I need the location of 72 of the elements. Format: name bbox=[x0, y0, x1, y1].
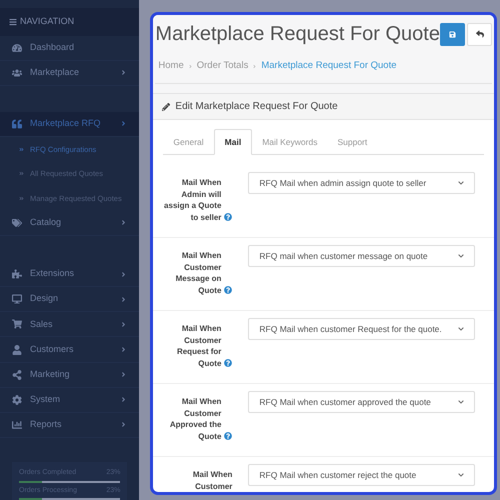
quote-icon bbox=[12, 118, 22, 129]
double-chevron-icon bbox=[19, 171, 24, 176]
breadcrumb-link[interactable]: Home bbox=[158, 59, 184, 74]
double-chevron-icon bbox=[19, 196, 24, 202]
chevron-icon bbox=[120, 421, 128, 428]
user-icon bbox=[12, 344, 22, 355]
field-label: Mail When Customer Request for Quote bbox=[176, 323, 222, 369]
caret-icon bbox=[458, 180, 464, 186]
panel-title: Edit Marketplace Request For Quote bbox=[175, 100, 338, 114]
field-label: Mail When Customer Message on Quote bbox=[174, 250, 222, 296]
reply-icon bbox=[476, 30, 484, 38]
save-icon bbox=[449, 30, 456, 38]
mail-select[interactable]: RFQ Mail when customer reject the quote bbox=[248, 464, 476, 486]
chevron-icon bbox=[120, 120, 128, 128]
breadcrumb-link[interactable]: Order Totals bbox=[196, 59, 248, 74]
separator-icon bbox=[252, 64, 258, 69]
nav-item[interactable]: Marketplace bbox=[0, 60, 140, 86]
chevron-icon bbox=[120, 270, 128, 278]
breadcrumb-link[interactable]: Marketplace Request For Quote bbox=[261, 59, 397, 74]
field-label: Mail When Customer Approved the Quote bbox=[168, 396, 222, 442]
nav-item[interactable]: Catalog bbox=[0, 210, 140, 236]
chevron-icon bbox=[120, 396, 128, 404]
pencil-icon bbox=[162, 102, 170, 111]
back-button[interactable] bbox=[467, 22, 492, 46]
caret-icon bbox=[458, 399, 464, 405]
mail-select[interactable]: RFQ Mail when admin assign quote to seller bbox=[248, 172, 476, 194]
nav-item[interactable]: Dashboard bbox=[0, 36, 140, 61]
mail-select[interactable]: RFQ Mail when customer approved the quote bbox=[248, 391, 476, 413]
chevron-icon bbox=[120, 296, 128, 303]
caret-icon bbox=[458, 472, 464, 478]
tab[interactable]: Mail Keywords bbox=[252, 129, 328, 155]
nav-item[interactable]: Marketplace RFQ bbox=[0, 112, 140, 138]
dashboard-icon bbox=[12, 42, 22, 53]
nav-item[interactable]: Customers bbox=[0, 337, 140, 363]
bar-chart-icon bbox=[12, 420, 22, 430]
help-icon[interactable] bbox=[224, 213, 232, 221]
navigation-title: NAVIGATION bbox=[20, 15, 74, 28]
chevron-icon bbox=[120, 346, 128, 354]
users-icon bbox=[12, 68, 22, 78]
save-button[interactable] bbox=[440, 22, 465, 46]
nav-item[interactable]: Marketing bbox=[0, 362, 140, 388]
page-title: Marketplace Request For Quote bbox=[155, 22, 440, 47]
tab[interactable]: Mail bbox=[214, 129, 252, 155]
puzzle-icon bbox=[12, 269, 22, 280]
mail-select[interactable]: RFQ Mail when customer Request for the quote. bbox=[248, 318, 476, 340]
chevron-icon bbox=[120, 320, 128, 328]
nav-item[interactable]: Sales bbox=[0, 312, 140, 338]
settings-icon bbox=[12, 394, 22, 405]
help-icon[interactable] bbox=[224, 286, 232, 294]
caret-icon bbox=[458, 253, 464, 259]
nav-item[interactable]: Extensions bbox=[0, 262, 140, 288]
chevron-icon bbox=[120, 371, 128, 378]
caret-icon bbox=[458, 326, 464, 332]
separator-icon bbox=[188, 64, 193, 69]
tag-icon bbox=[12, 218, 22, 228]
chevron-icon bbox=[120, 219, 128, 226]
cart-icon bbox=[12, 319, 22, 330]
chevron-icon bbox=[120, 69, 128, 76]
monitor-icon bbox=[12, 294, 22, 304]
tab[interactable]: General bbox=[163, 129, 214, 155]
double-chevron-icon bbox=[19, 146, 24, 152]
mail-select[interactable]: RFQ mail when customer message on quote bbox=[248, 245, 476, 267]
share-icon bbox=[12, 370, 22, 380]
field-label: Mail When Admin will assign a Quote to seller bbox=[163, 177, 222, 223]
help-icon[interactable] bbox=[224, 359, 232, 367]
field-label: Mail When Customer bbox=[192, 469, 232, 492]
tab[interactable]: Support bbox=[327, 129, 378, 155]
help-icon[interactable] bbox=[224, 432, 232, 440]
nav-item[interactable]: Design bbox=[0, 287, 140, 312]
nav-item[interactable]: Reports bbox=[0, 412, 140, 438]
nav-item[interactable]: System bbox=[0, 388, 140, 413]
menu-icon[interactable] bbox=[9, 18, 17, 26]
